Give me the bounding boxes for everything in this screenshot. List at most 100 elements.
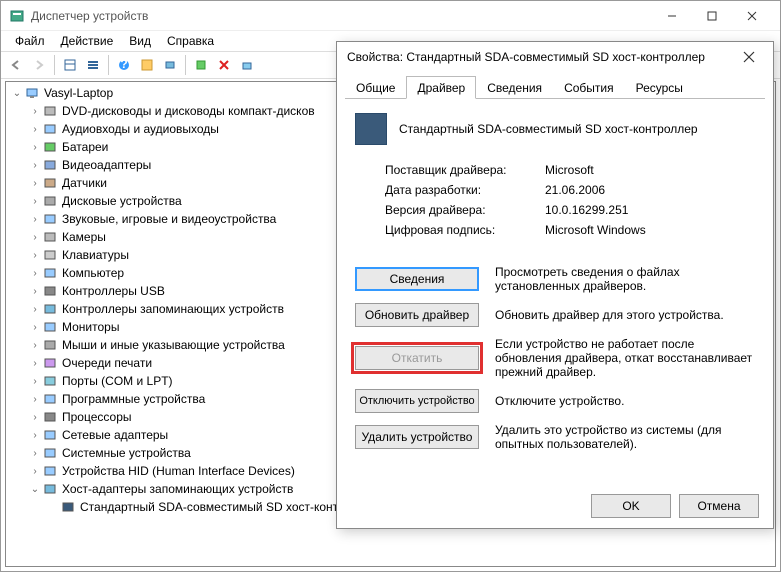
uninstall-button[interactable] <box>213 54 235 76</box>
expander-icon[interactable]: ⌄ <box>28 484 42 495</box>
cancel-button[interactable]: Отмена <box>679 494 759 518</box>
category-icon <box>42 193 58 209</box>
ok-button[interactable]: OK <box>591 494 671 518</box>
close-button[interactable] <box>732 2 772 30</box>
tree-item-label: Очереди печати <box>62 356 152 370</box>
expander-icon[interactable]: › <box>28 340 42 351</box>
tree-device-label: Стандартный SDA-совместимый SD хост-конт… <box>80 500 379 514</box>
tab-resources[interactable]: Ресурсы <box>625 76 694 99</box>
expander-icon[interactable]: › <box>28 142 42 153</box>
expander-icon[interactable]: › <box>28 250 42 261</box>
tree-item-label: Системные устройства <box>62 446 191 460</box>
update-driver-button[interactable] <box>190 54 212 76</box>
tree-item-label: DVD-дисководы и дисководы компакт-дисков <box>62 104 315 118</box>
expander-icon[interactable]: › <box>28 124 42 135</box>
expander-icon[interactable]: › <box>28 412 42 423</box>
category-icon <box>42 355 58 371</box>
expander-icon[interactable]: › <box>28 160 42 171</box>
dialog-close-button[interactable] <box>735 43 763 71</box>
back-button[interactable] <box>5 54 27 76</box>
expander-icon[interactable]: › <box>28 214 42 225</box>
help-button[interactable]: ? <box>113 54 135 76</box>
device-icon <box>355 113 387 145</box>
minimize-button[interactable] <box>652 2 692 30</box>
expander-icon[interactable]: › <box>28 178 42 189</box>
expander-icon[interactable]: › <box>28 448 42 459</box>
tree-root-label: Vasyl-Laptop <box>44 86 113 100</box>
menu-action[interactable]: Действие <box>53 32 122 50</box>
disable-device-button[interactable]: Отключить устройство <box>355 389 479 413</box>
tree-item-label: Аудиовходы и аудиовыходы <box>62 122 219 136</box>
uninstall-device-desc: Удалить это устройство из системы (для о… <box>495 423 755 451</box>
row-rollback: Откатить Если устройство не работает пос… <box>355 337 755 379</box>
properties-button[interactable] <box>136 54 158 76</box>
tab-body: Стандартный SDA-совместимый SD хост-конт… <box>337 99 773 475</box>
expander-icon[interactable]: › <box>28 376 42 387</box>
expander-icon[interactable]: › <box>28 358 42 369</box>
app-icon <box>9 8 25 24</box>
toolbar-separator <box>185 55 186 75</box>
expander-icon[interactable]: › <box>28 304 42 315</box>
scan-button[interactable] <box>159 54 181 76</box>
tree-item-label: Сетевые адаптеры <box>62 428 168 442</box>
category-icon <box>42 121 58 137</box>
tree-item-label: Порты (COM и LPT) <box>62 374 173 388</box>
expander-icon[interactable]: › <box>28 466 42 477</box>
tab-events[interactable]: События <box>553 76 625 99</box>
rollback-driver-button[interactable]: Откатить <box>355 346 479 370</box>
menu-help[interactable]: Справка <box>159 32 222 50</box>
toolbar-separator <box>108 55 109 75</box>
info-provider: Поставщик драйвера: Microsoft <box>385 163 755 177</box>
row-disable: Отключить устройство Отключите устройств… <box>355 389 755 413</box>
menu-view[interactable]: Вид <box>121 32 159 50</box>
category-icon <box>42 301 58 317</box>
tab-general[interactable]: Общие <box>345 76 406 99</box>
driver-details-desc: Просмотреть сведения о файлах установлен… <box>495 265 755 293</box>
tree-item-label: Компьютер <box>62 266 124 280</box>
category-icon <box>42 265 58 281</box>
tree-item-label: Процессоры <box>62 410 132 424</box>
expander-icon[interactable]: › <box>28 322 42 333</box>
expander-icon[interactable]: › <box>28 196 42 207</box>
tree-item-label: Видеоадаптеры <box>62 158 151 172</box>
window-title: Диспетчер устройств <box>31 9 652 23</box>
tree-item-label: Программные устройства <box>62 392 205 406</box>
info-version: Версия драйвера: 10.0.16299.251 <box>385 203 755 217</box>
tab-driver[interactable]: Драйвер <box>406 76 476 99</box>
info-signature: Цифровая подпись: Microsoft Windows <box>385 223 755 237</box>
uninstall-device-button[interactable]: Удалить устройство <box>355 425 479 449</box>
expander-icon[interactable]: ⌄ <box>10 88 24 99</box>
expander-icon[interactable]: › <box>28 106 42 117</box>
maximize-button[interactable] <box>692 2 732 30</box>
disable-device-desc: Отключите устройство. <box>495 394 755 408</box>
row-uninstall: Удалить устройство Удалить это устройств… <box>355 423 755 451</box>
version-value: 10.0.16299.251 <box>545 203 755 217</box>
category-icon <box>42 319 58 335</box>
category-icon <box>42 157 58 173</box>
row-details: Сведения Просмотреть сведения о файлах у… <box>355 265 755 293</box>
view-list-button[interactable] <box>82 54 104 76</box>
tree-item-label: Батареи <box>62 140 108 154</box>
expander-icon[interactable]: › <box>28 286 42 297</box>
version-label: Версия драйвера: <box>385 203 545 217</box>
menu-file[interactable]: Файл <box>7 32 53 50</box>
category-icon <box>42 427 58 443</box>
expander-icon[interactable]: › <box>28 268 42 279</box>
view-mode-button[interactable] <box>59 54 81 76</box>
update-driver-button[interactable]: Обновить драйвер <box>355 303 479 327</box>
rollback-driver-desc: Если устройство не работает после обновл… <box>495 337 755 379</box>
category-icon <box>42 391 58 407</box>
tree-item-label: Устройства HID (Human Interface Devices) <box>62 464 295 478</box>
category-icon <box>42 337 58 353</box>
expander-icon[interactable]: › <box>28 232 42 243</box>
tree-item-label: Контроллеры запоминающих устройств <box>62 302 284 316</box>
expander-icon[interactable]: › <box>28 430 42 441</box>
forward-button[interactable] <box>28 54 50 76</box>
dialog-tabs: Общие Драйвер Сведения События Ресурсы <box>345 76 765 99</box>
expander-icon[interactable]: › <box>28 394 42 405</box>
provider-label: Поставщик драйвера: <box>385 163 545 177</box>
tab-details[interactable]: Сведения <box>476 76 553 99</box>
category-icon <box>42 247 58 263</box>
refresh-button[interactable] <box>236 54 258 76</box>
driver-details-button[interactable]: Сведения <box>355 267 479 291</box>
